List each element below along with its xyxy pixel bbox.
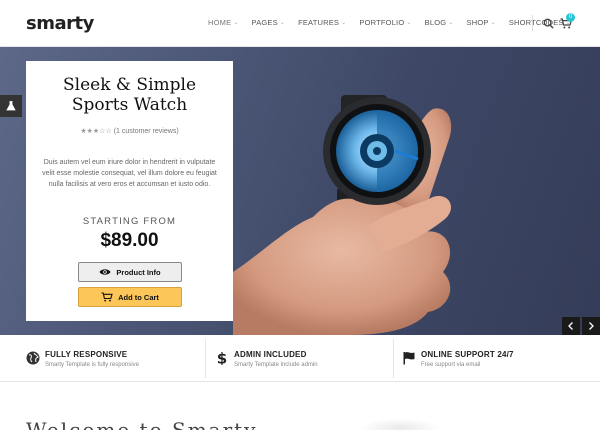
cart-count-badge: 0 <box>566 13 575 22</box>
add-to-cart-label: Add to Cart <box>118 292 159 302</box>
feature-divider <box>205 339 206 378</box>
nav-item-pages[interactable]: PAGES ⌄ <box>252 18 286 27</box>
product-rating: ★★★☆☆ (1 customer reviews) <box>26 127 233 135</box>
chevron-down-icon: ⌄ <box>341 20 347 26</box>
hero-slider: Sleek & Simple Sports Watch ★★★☆☆ (1 cus… <box>0 47 600 335</box>
nav-label: BLOG <box>424 18 447 27</box>
flag-icon <box>403 352 415 365</box>
feature-desc: Free support via email <box>421 362 481 368</box>
nav-item-blog[interactable]: BLOG ⌄ <box>425 18 454 27</box>
feature-title: ADMIN INCLUDED <box>234 350 307 359</box>
chevron-left-icon <box>568 322 573 330</box>
svg-text:$: $ <box>217 351 227 365</box>
flask-icon[interactable] <box>0 95 22 117</box>
site-header: smarty HOME ⌄ PAGES ⌄ FEATURES ⌄ PORTFOLIO ⌄… <box>0 0 600 47</box>
dollar-icon: $ <box>217 351 227 365</box>
eye-icon <box>99 269 111 275</box>
nav-item-features[interactable]: FEATURES ⌄ <box>298 18 346 27</box>
product-price: $89.00 <box>100 230 159 251</box>
nav-label: FEATURES <box>298 18 340 27</box>
cart-icon <box>101 292 113 302</box>
starting-from-label: STARTING FROM <box>82 216 177 227</box>
product-info-button[interactable]: Product Info <box>78 262 182 282</box>
hero-product-photo <box>233 95 452 335</box>
feature-title: ONLINE SUPPORT 24/7 <box>421 350 514 359</box>
chevron-down-icon: ⌄ <box>406 20 412 26</box>
feature-desc: Smarty Template is fully responsive <box>45 362 139 368</box>
slider-prev-button[interactable] <box>562 317 580 335</box>
chevron-down-icon: ⌄ <box>233 20 239 26</box>
feature-divider <box>393 339 394 378</box>
review-count-link[interactable]: (1 customer reviews) <box>114 128 179 135</box>
features-bar: FULLY RESPONSIVE Smarty Template is full… <box>0 335 600 382</box>
nav-item-portfolio[interactable]: PORTFOLIO ⌄ <box>359 18 411 27</box>
chevron-down-icon: ⌄ <box>448 20 454 26</box>
nav-label: PAGES <box>251 18 278 27</box>
chevron-down-icon: ⌄ <box>490 20 496 26</box>
add-to-cart-button[interactable]: Add to Cart <box>78 287 182 307</box>
nav-label: PORTFOLIO <box>359 18 405 27</box>
product-description: Duis autem vel eum iriure dolor in hendr… <box>42 159 217 188</box>
feature-desc: Smarty Template include admin <box>234 362 318 368</box>
chevron-down-icon: ⌄ <box>279 20 286 26</box>
rating-stars-icon: ★★★☆☆ <box>80 128 112 135</box>
nav-item-shop[interactable]: SHOP ⌄ <box>467 18 496 27</box>
chevron-right-icon <box>589 322 594 330</box>
product-card: Sleek & Simple Sports Watch ★★★☆☆ (1 cus… <box>26 61 233 321</box>
nav-divider <box>532 15 533 31</box>
site-logo[interactable]: smarty <box>26 13 94 34</box>
feature-title: FULLY RESPONSIVE <box>45 350 128 359</box>
product-info-label: Product Info <box>116 267 161 277</box>
search-icon[interactable] <box>543 18 554 29</box>
section-image <box>360 418 440 430</box>
main-nav: HOME ⌄ PAGES ⌄ FEATURES ⌄ PORTFOLIO ⌄ BLOG ⌄ … <box>208 18 584 27</box>
section-heading: Welcome to Smarty <box>26 418 258 430</box>
slider-next-button[interactable] <box>582 317 600 335</box>
globe-icon <box>26 351 40 365</box>
nav-item-home[interactable]: HOME ⌄ <box>208 18 239 27</box>
nav-label: SHORTCODES <box>508 18 564 27</box>
nav-label: HOME <box>208 18 232 27</box>
nav-label: SHOP <box>466 18 489 27</box>
product-title: Sleek & Simple Sports Watch <box>62 75 197 115</box>
